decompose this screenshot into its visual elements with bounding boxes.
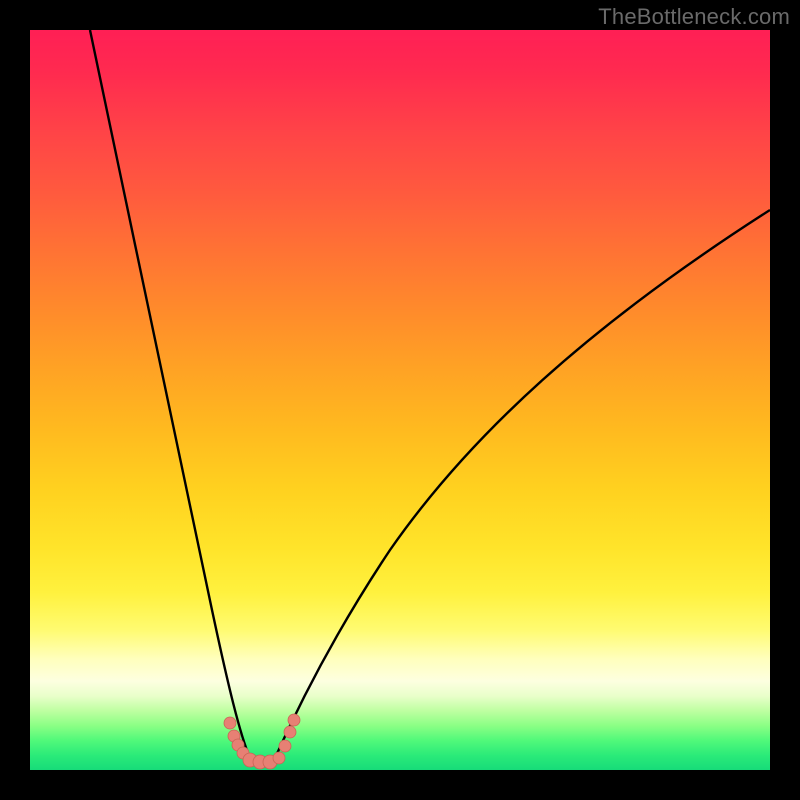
valley-dot bbox=[224, 717, 236, 729]
curve-layer bbox=[30, 30, 770, 770]
valley-dot bbox=[273, 752, 285, 764]
valley-dot bbox=[288, 714, 300, 726]
valley-dots bbox=[224, 714, 300, 769]
watermark-text: TheBottleneck.com bbox=[598, 4, 790, 30]
curve-left-branch bbox=[90, 30, 250, 758]
chart-frame bbox=[30, 30, 770, 770]
curve-right-branch bbox=[275, 210, 770, 758]
valley-dot bbox=[279, 740, 291, 752]
valley-dot bbox=[284, 726, 296, 738]
